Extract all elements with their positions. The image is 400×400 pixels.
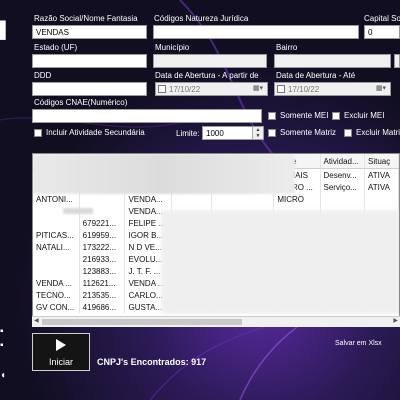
extra-input[interactable] (394, 54, 400, 68)
table-cell (33, 265, 80, 277)
capital-input[interactable]: 0 (364, 25, 400, 39)
somente-mei-checkbox[interactable]: Somente MEI (268, 111, 328, 120)
col-header-atividade[interactable]: Atividad... (320, 154, 365, 169)
table-cell: 216933... (79, 253, 126, 265)
bairro-input[interactable] (274, 54, 391, 68)
table-cell: Desenv... (320, 168, 365, 181)
play-icon (56, 339, 66, 351)
col-header-situacao[interactable]: Situaç (364, 154, 399, 169)
natureza-input[interactable] (153, 25, 359, 39)
abertura-de-label: Data de Abertura - A partir de (155, 71, 259, 80)
table-cell: 173222... (79, 241, 126, 253)
table-cell: NATALI... (33, 241, 80, 253)
excluir-matriz-checkbox[interactable]: Excluir Matriz (344, 128, 400, 137)
horizontal-scrollbar[interactable]: ◀ ▶ (32, 316, 400, 327)
table-cell: 123883... (79, 265, 126, 277)
limite-stepper[interactable]: 1000 ▲ ▼ (202, 126, 264, 140)
limite-label: Limite: (176, 129, 200, 138)
bairro-label: Bairro (276, 43, 298, 52)
side-nav-icon-2[interactable]: ▪ (0, 340, 4, 351)
date-from-checkbox[interactable] (158, 85, 166, 93)
table-cell: VENDA ... (33, 277, 80, 289)
side-nav-icon[interactable]: ▪ (0, 326, 4, 337)
abertura-ate-label: Data de Abertura - Até (276, 71, 356, 80)
table-cell (171, 193, 212, 205)
estado-input[interactable] (32, 54, 147, 68)
table-cell: Serviço... (320, 181, 365, 193)
limite-value: 1000 (206, 129, 224, 138)
start-button-label: Iniciar (48, 357, 73, 367)
redacted-area (63, 208, 93, 214)
app-logo-icon: ▌ (0, 22, 12, 39)
date-from-picker[interactable]: 17/10/22 ▦▾ (155, 82, 268, 96)
municipio-label: Município (155, 43, 190, 52)
table-cell: VENDA... (124, 193, 172, 205)
results-count: CNPJ's Encontrados: 917 (97, 357, 207, 367)
save-xlsx-link[interactable]: Salvar em Xlsx (335, 340, 382, 347)
calendar-dropdown-icon[interactable]: ▦▾ (374, 84, 388, 94)
table-cell: 419686... (79, 301, 126, 313)
results-grid[interactable]: Porte Atividad... Situaç TRIZDEMAISDesen… (32, 153, 400, 327)
capital-label: Capital So (364, 14, 400, 23)
date-to-value: 17/10/22 (288, 85, 320, 94)
municipio-input[interactable] (153, 54, 267, 68)
table-cell: PITICAS... (33, 229, 80, 241)
cnae-input[interactable] (32, 109, 262, 123)
incluir-secundaria-checkbox[interactable]: Incluir Atividade Secundária (34, 128, 145, 137)
scroll-right-icon[interactable]: ▶ (393, 317, 398, 324)
table-cell (79, 193, 126, 205)
razao-input[interactable]: VENDAS (32, 25, 147, 39)
somente-matriz-checkbox[interactable]: Somente Matriz (268, 128, 336, 137)
ddd-input[interactable] (32, 82, 147, 96)
table-cell: ATIVA (364, 168, 399, 181)
table-cell: MICRO (273, 193, 321, 205)
table-cell: ANTONI... (33, 193, 80, 205)
estado-label: Estado (UF) (34, 43, 78, 52)
side-nav-icon-3[interactable]: ◖ (0, 370, 6, 381)
ddd-label: DDD (34, 71, 52, 80)
table-cell: 619959... (79, 229, 126, 241)
excluir-mei-checkbox[interactable]: Excluir MEI (332, 111, 384, 120)
start-button[interactable]: Iniciar (32, 333, 90, 371)
table-cell (33, 253, 80, 265)
table-cell: 679221... (79, 217, 126, 229)
table-cell (320, 193, 365, 205)
table-cell (33, 217, 80, 229)
table-cell: GV CON... (33, 301, 80, 313)
date-from-value: 17/10/22 (169, 85, 201, 94)
spin-arrows-icon[interactable]: ▲ ▼ (252, 127, 263, 139)
calendar-dropdown-icon[interactable]: ▦▾ (251, 84, 265, 94)
table-row[interactable]: ANTONI... VENDA... MICRO (33, 193, 399, 205)
table-cell: TECNO... (33, 289, 80, 301)
redacted-area (33, 154, 295, 194)
redacted-area (161, 210, 399, 314)
date-to-checkbox[interactable] (277, 85, 285, 93)
cnae-label: Códigos CNAE(Numérico) (34, 98, 128, 107)
table-cell: 112621... (79, 277, 126, 289)
table-cell (364, 193, 399, 205)
table-cell: 213535... (79, 289, 126, 301)
date-to-picker[interactable]: 17/10/22 ▦▾ (274, 82, 391, 96)
natureza-label: Códigos Natureza Jurídica (154, 14, 249, 23)
scroll-thumb[interactable] (42, 319, 242, 325)
razao-label: Razão Social/Nome Fantasia (34, 14, 138, 23)
app-window: ▌ ▪ ▪ ◖ Razão Social/Nome Fantasia VENDA… (0, 0, 400, 400)
table-cell (211, 193, 275, 205)
scroll-left-icon[interactable]: ◀ (34, 317, 39, 324)
table-cell: ATIVA (364, 181, 399, 193)
